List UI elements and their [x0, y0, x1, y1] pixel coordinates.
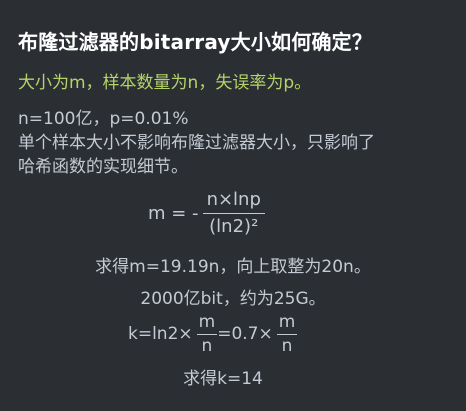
- formula-k-fraction-2: m n: [276, 312, 298, 356]
- formula-m-fraction: n×lnp (ln2)²: [202, 189, 265, 238]
- formula-k-fraction-1: m n: [196, 312, 218, 356]
- result-m: 求得m=19.19n，向上取整为20n。: [95, 257, 371, 277]
- formula-k-lhs: k=ln2×: [128, 324, 193, 344]
- formula-m-numerator: n×lnp: [202, 189, 265, 214]
- subtitle-definitions: 大小为m，样本数量为n，失误率为p。: [18, 73, 312, 93]
- formula-m-denominator: (ln2)²: [209, 215, 259, 237]
- formula-k-frac2-denominator: n: [281, 335, 293, 356]
- text-line-params: n=100亿，p=0.01%: [18, 109, 189, 129]
- content-card: 布隆过滤器的bitarray大小如何确定？ 大小为m，样本数量为n，失误率为p。…: [0, 0, 466, 411]
- formula-k-frac1-numerator: m: [196, 312, 218, 335]
- formula-m-lhs: m = -: [148, 202, 199, 224]
- page-title: 布隆过滤器的bitarray大小如何确定？: [18, 30, 373, 54]
- result-bits: 2000亿bit，约为25G。: [140, 289, 326, 309]
- formula-k-frac2-numerator: m: [276, 312, 298, 335]
- formula-k-frac1-denominator: n: [201, 335, 213, 356]
- result-k: 求得k=14: [183, 369, 263, 389]
- formula-m: m = - n×lnp (ln2)²: [148, 184, 265, 242]
- text-line-note-1: 单个样本大小不影响布隆过滤器大小，只影响了: [18, 133, 375, 153]
- text-line-note-2: 哈希函数的实现细节。: [18, 157, 188, 177]
- formula-k-mid: =0.7×: [217, 324, 273, 344]
- formula-k: k=ln2× m n =0.7× m n: [128, 310, 298, 358]
